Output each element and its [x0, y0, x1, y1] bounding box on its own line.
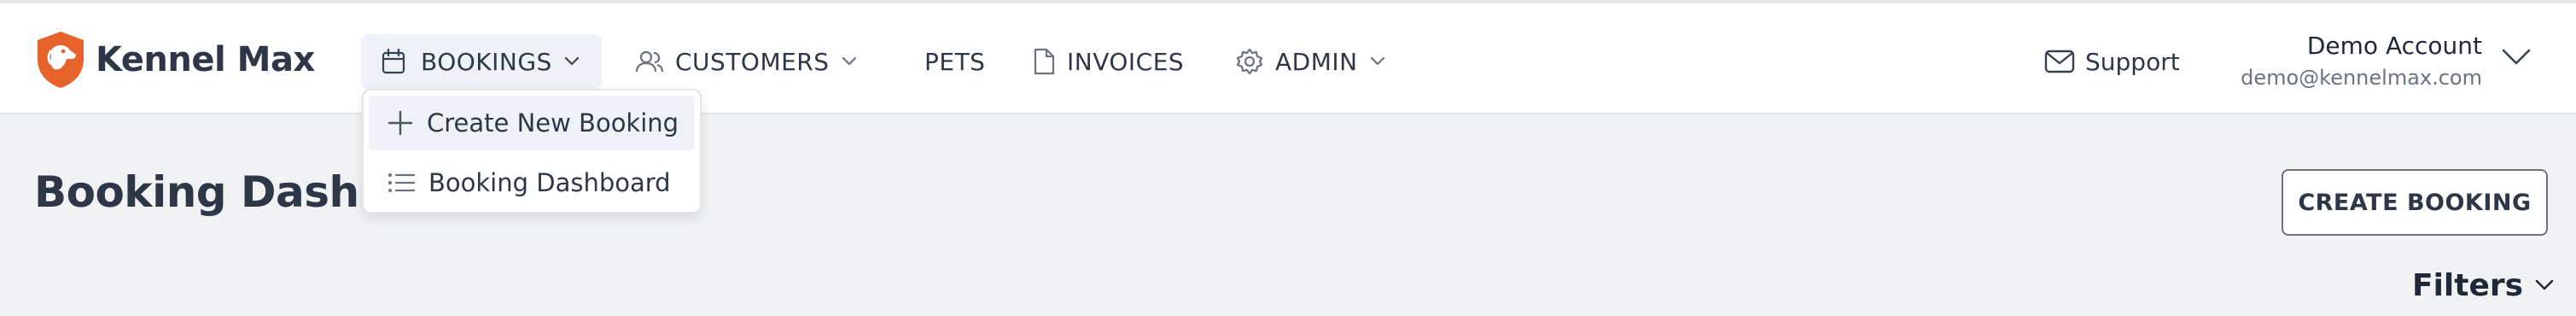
nav-customers[interactable]: CUSTOMERS — [636, 34, 857, 89]
list-icon — [388, 173, 415, 192]
chevron-down-icon — [842, 56, 856, 66]
nav-pets-label: PETS — [924, 47, 986, 76]
nav-admin[interactable]: ADMIN — [1236, 34, 1385, 89]
menu-item-label: Booking Dashboard — [428, 168, 671, 197]
menu-item-booking-dashboard[interactable]: Booking Dashboard — [369, 155, 695, 210]
nav-admin-label: ADMIN — [1275, 47, 1358, 76]
calendar-icon — [382, 49, 405, 74]
bookings-dropdown-menu: Create New Booking Booking Dashboard — [362, 89, 702, 214]
plus-icon — [388, 110, 413, 136]
filters-toggle[interactable]: Filters — [2412, 263, 2554, 307]
nav-bookings[interactable]: BOOKINGS — [361, 34, 602, 89]
chevron-down-icon — [2535, 279, 2554, 290]
chevron-down-icon — [1370, 56, 1384, 66]
brand-name: Kennel Max — [96, 40, 315, 79]
mail-icon — [2044, 50, 2075, 73]
document-icon — [1034, 48, 1055, 75]
users-icon — [636, 50, 663, 73]
brand[interactable]: Kennel Max — [34, 29, 315, 91]
menu-item-create-new-booking[interactable]: Create New Booking — [369, 96, 695, 150]
chevron-down-icon — [564, 56, 579, 66]
nav-invoices-label: INVOICES — [1067, 47, 1185, 76]
create-booking-button[interactable]: CREATE BOOKING — [2282, 169, 2548, 236]
support-link[interactable]: Support — [2044, 34, 2180, 89]
nav-invoices[interactable]: INVOICES — [1033, 34, 1184, 89]
nav-customers-label: CUSTOMERS — [675, 47, 830, 76]
account-menu[interactable]: Demo Account demo@kennelmax.com — [2241, 29, 2482, 92]
dog-shield-logo-icon — [38, 32, 84, 88]
account-email: demo@kennelmax.com — [2241, 66, 2482, 90]
account-chevron-down-icon[interactable] — [2501, 48, 2532, 67]
gear-icon — [1236, 48, 1263, 75]
nav-pets[interactable]: PETS — [924, 34, 985, 89]
menu-item-label: Create New Booking — [427, 108, 679, 138]
support-label: Support — [2085, 47, 2180, 76]
filters-label: Filters — [2412, 267, 2524, 303]
nav-bookings-label: BOOKINGS — [421, 47, 552, 76]
account-name: Demo Account — [2306, 32, 2482, 60]
